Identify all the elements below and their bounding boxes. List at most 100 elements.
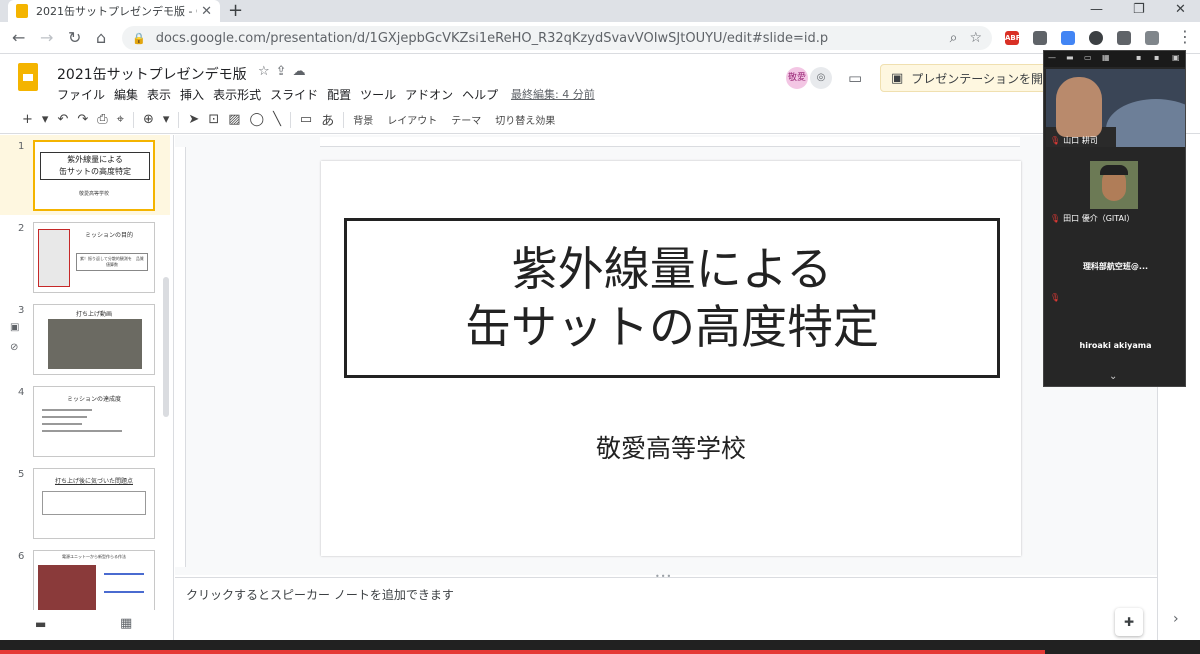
print-icon[interactable]: ⎙ bbox=[97, 112, 107, 127]
speaker-notes-placeholder[interactable]: クリックするとスピーカー ノートを追加できます bbox=[186, 586, 454, 603]
explore-button[interactable]: ✚ bbox=[1115, 608, 1143, 636]
participant-video-2[interactable] bbox=[1090, 161, 1138, 209]
new-tab-button[interactable]: + bbox=[228, 0, 243, 22]
tab-title: 2021缶サットプレゼンデモ版 - Goog bbox=[36, 5, 197, 18]
layout-button[interactable]: レイアウト bbox=[387, 112, 437, 127]
menu-tools[interactable]: ツール bbox=[360, 86, 396, 103]
extension-icon[interactable] bbox=[1033, 31, 1047, 45]
minimize-icon[interactable]: — bbox=[1048, 53, 1056, 62]
vertical-ruler[interactable] bbox=[174, 147, 186, 567]
minimize-icon[interactable]: — bbox=[1090, 0, 1103, 22]
reload-icon[interactable]: ↻ bbox=[68, 28, 81, 48]
menu-addons[interactable]: アドオン bbox=[405, 86, 453, 103]
maximize-icon[interactable]: ❐ bbox=[1133, 0, 1145, 22]
menu-slide[interactable]: スライド bbox=[270, 86, 318, 103]
browser-tab-bar: 2021缶サットプレゼンデモ版 - Goog ✕ + — ❐ ✕ bbox=[0, 0, 1200, 22]
view-icon-2[interactable]: ▪ bbox=[1154, 53, 1159, 62]
view-icon[interactable]: ▪ bbox=[1136, 53, 1141, 62]
adblock-extension-icon[interactable]: ABP bbox=[1005, 31, 1021, 45]
browser-tab[interactable]: 2021缶サットプレゼンデモ版 - Goog ✕ bbox=[8, 0, 220, 22]
select-cursor-icon[interactable]: ➤ bbox=[188, 112, 199, 127]
dropdown-icon[interactable]: ▾ bbox=[42, 112, 49, 127]
participant-name-tile[interactable]: 理科部航空班@... bbox=[1044, 261, 1185, 272]
comment-indicator-icon[interactable]: ▣ bbox=[10, 318, 19, 338]
slide-thumbnail[interactable]: 打ち上げ動画 bbox=[33, 304, 155, 375]
grid-view-icon[interactable]: ▦ bbox=[120, 616, 132, 631]
shape-icon[interactable]: ◯ bbox=[250, 112, 265, 127]
filmstrip-slide-6[interactable]: 6 電源ユニット一から新型作らる作法 bbox=[0, 545, 170, 610]
forward-arrow-icon[interactable]: → bbox=[40, 28, 53, 48]
horizontal-ruler[interactable] bbox=[320, 137, 1020, 147]
layout-icon[interactable]: ▬ bbox=[1066, 53, 1074, 62]
extension-icon-2[interactable] bbox=[1145, 31, 1159, 45]
last-edit-link[interactable]: 最終編集: 4 分前 bbox=[511, 86, 595, 102]
collaborator-avatar[interactable]: 敬愛 bbox=[786, 67, 808, 89]
present-button[interactable]: ▣ プレゼンテーションを開始 bbox=[880, 64, 1050, 92]
move-folder-icon[interactable]: ⇪ bbox=[276, 64, 293, 79]
filmstrip-slide-4[interactable]: 4 ミッションの達成度 bbox=[0, 381, 170, 461]
play-extension-icon[interactable] bbox=[1089, 31, 1103, 45]
close-window-icon[interactable]: ✕ bbox=[1175, 0, 1186, 22]
comment-add-icon[interactable]: ▭ bbox=[300, 112, 312, 127]
transition-button[interactable]: 切り替え効果 bbox=[495, 112, 555, 127]
layout-icon-2[interactable]: ▭ bbox=[1084, 53, 1092, 62]
input-tools-icon[interactable]: あ bbox=[321, 110, 334, 129]
undo-icon[interactable]: ↶ bbox=[57, 112, 68, 127]
slide-thumbnail[interactable]: 打ち上げ後に気づいた問題点 bbox=[33, 468, 155, 539]
link-indicator-icon[interactable]: ⊘ bbox=[10, 338, 19, 358]
expand-icon[interactable]: ▣ bbox=[1172, 53, 1180, 62]
more-menu-icon[interactable]: ⋮ bbox=[1177, 27, 1193, 47]
menu-help[interactable]: ヘルプ bbox=[462, 86, 498, 103]
filmstrip-slide-1[interactable]: 1 紫外線量による 缶サットの高度特定 敬愛高等学校 bbox=[0, 135, 170, 215]
zoom-dropdown-icon[interactable]: ▾ bbox=[163, 112, 170, 127]
participant-name-tile[interactable]: hiroaki akiyama bbox=[1044, 341, 1185, 350]
menu-format[interactable]: 表示形式 bbox=[213, 86, 261, 103]
redo-icon[interactable]: ↷ bbox=[77, 112, 88, 127]
slide-title-box[interactable]: 紫外線量による 缶サットの高度特定 bbox=[344, 218, 1000, 378]
line-icon[interactable]: ╲ bbox=[273, 112, 281, 127]
translate-extension-icon[interactable] bbox=[1061, 31, 1075, 45]
filmstrip-slide-2[interactable]: 2 ミッションの目的 紫！振り返して分散的観測を 品質値算数 bbox=[0, 217, 170, 297]
bookmark-star-icon[interactable]: ☆ bbox=[969, 30, 982, 46]
filmstrip-scrollbar[interactable] bbox=[163, 277, 169, 417]
menu-insert[interactable]: 挿入 bbox=[180, 86, 204, 103]
comment-history-icon[interactable]: ▭ bbox=[848, 69, 862, 87]
cloud-status-icon[interactable]: ☁ bbox=[293, 64, 312, 79]
back-arrow-icon[interactable]: ← bbox=[12, 28, 25, 48]
video-progress-bar[interactable] bbox=[0, 650, 1045, 654]
filmstrip-slide-3[interactable]: 3 打ち上げ動画 bbox=[0, 299, 170, 379]
new-slide-icon[interactable]: + bbox=[22, 112, 33, 127]
slide-canvas[interactable]: 紫外線量による 缶サットの高度特定 敬愛高等学校 bbox=[321, 161, 1021, 556]
menu-arrange[interactable]: 配置 bbox=[327, 86, 351, 103]
chevron-right-icon[interactable]: › bbox=[1173, 611, 1179, 627]
slide-subtitle[interactable]: 敬愛高等学校 bbox=[321, 429, 1021, 465]
paint-format-icon[interactable]: ⌖ bbox=[117, 112, 124, 127]
background-button[interactable]: 背景 bbox=[353, 112, 373, 127]
slides-logo-icon[interactable] bbox=[18, 63, 38, 91]
filmstrip-slide-5[interactable]: 5 打ち上げ後に気づいた問題点 bbox=[0, 463, 170, 543]
textbox-icon[interactable]: ⊡ bbox=[208, 112, 219, 127]
menu-edit[interactable]: 編集 bbox=[114, 86, 138, 103]
address-bar[interactable]: 🔒 docs.google.com/presentation/d/1GXjepb… bbox=[122, 26, 992, 50]
slide-thumbnail[interactable]: ミッションの目的 紫！振り返して分散的観測を 品質値算数 bbox=[33, 222, 155, 293]
tab-close-icon[interactable]: ✕ bbox=[201, 4, 212, 19]
thumb-heading: ミッションの目的 bbox=[84, 232, 133, 239]
puzzle-extension-icon[interactable] bbox=[1117, 31, 1131, 45]
slide-thumbnail[interactable]: ミッションの達成度 bbox=[33, 386, 155, 457]
anonymous-avatar-icon[interactable]: ◎ bbox=[810, 67, 832, 89]
home-icon[interactable]: ⌂ bbox=[96, 28, 106, 48]
menu-file[interactable]: ファイル bbox=[57, 86, 105, 103]
chevron-down-icon[interactable]: ⌄ bbox=[1109, 371, 1117, 382]
star-icon[interactable]: ☆ bbox=[258, 64, 276, 79]
menu-view[interactable]: 表示 bbox=[147, 86, 171, 103]
slide-thumbnail[interactable]: 電源ユニット一から新型作らる作法 bbox=[33, 550, 155, 610]
document-title[interactable]: 2021缶サットプレゼンデモ版 bbox=[57, 64, 247, 84]
search-icon[interactable]: ⌕ bbox=[950, 30, 958, 46]
slide-thumbnail[interactable]: 紫外線量による 缶サットの高度特定 敬愛高等学校 bbox=[33, 140, 155, 211]
theme-button[interactable]: テーマ bbox=[451, 112, 481, 127]
zoom-icon[interactable]: ⊕ bbox=[143, 112, 154, 127]
grid-icon[interactable]: ▦ bbox=[1102, 53, 1110, 62]
list-view-icon[interactable]: ▬ bbox=[35, 617, 46, 631]
speaker-notes[interactable]: クリックするとスピーカー ノートを追加できます ✚ bbox=[175, 577, 1160, 640]
image-icon[interactable]: ▨ bbox=[228, 112, 240, 127]
